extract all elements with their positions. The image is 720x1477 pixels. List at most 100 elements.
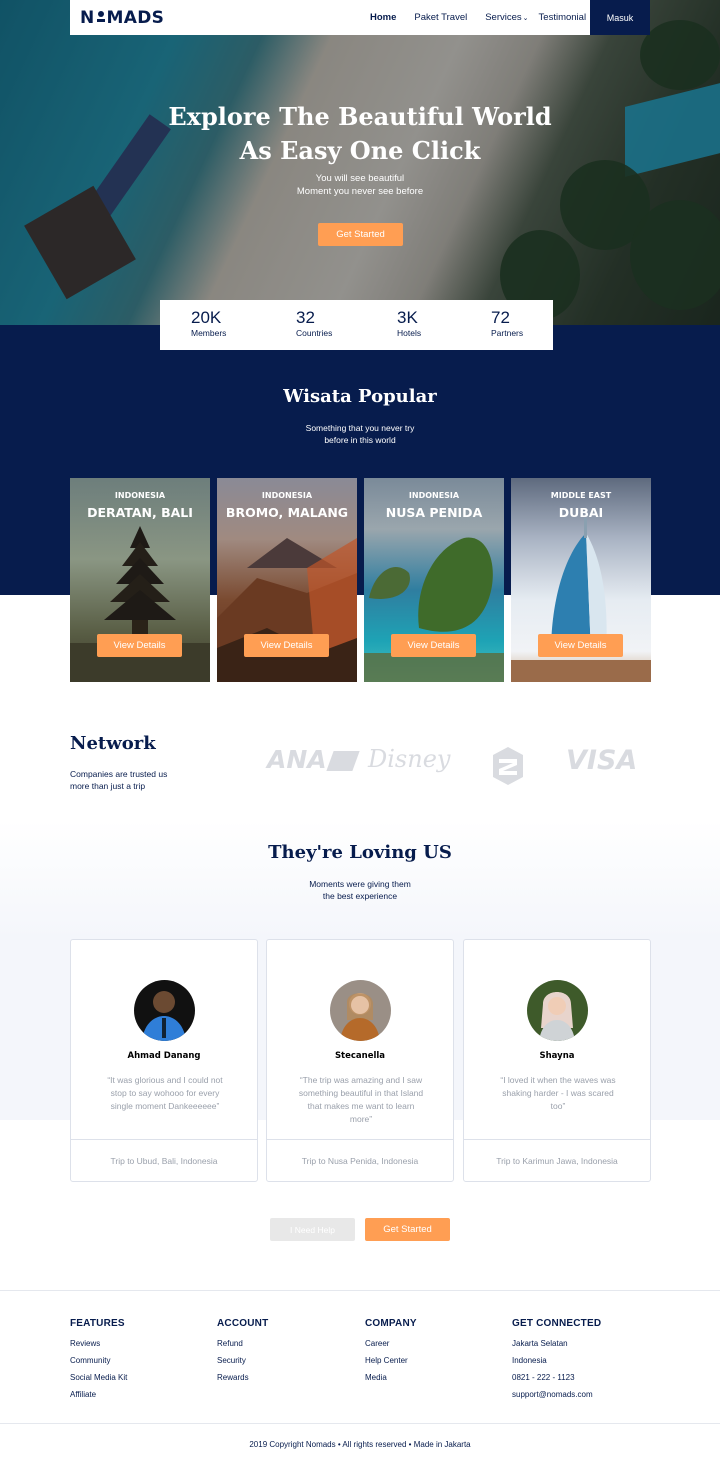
- popular-subtitle-line: before in this world: [324, 435, 396, 445]
- hero-title: Explore The Beautiful World As Easy One …: [0, 100, 720, 168]
- nav-link-testimonial[interactable]: Testimonial: [539, 12, 587, 23]
- nav-link-home[interactable]: Home: [370, 12, 396, 23]
- view-details-button[interactable]: View Details: [538, 634, 623, 657]
- footer-link[interactable]: Reviews: [70, 1335, 127, 1352]
- hero-subtitle-line: Moment you never see before: [296, 186, 424, 197]
- logo-letter: N: [80, 7, 95, 28]
- popular-title: Wisata Popular: [283, 386, 437, 407]
- testimonial-name: Stecanella: [334, 1051, 386, 1061]
- testimonial-quote: “It was glorious and I could not stop to…: [107, 1075, 223, 1111]
- destination-card-nusa-penida[interactable]: INDONESIA NUSA PENIDA View Details: [364, 478, 504, 682]
- testimonial-trip: Trip to Nusa Penida, Indonesia: [301, 1156, 419, 1166]
- hero-title-line: Explore The Beautiful World: [168, 102, 552, 131]
- hero-title-line: As Easy One Click: [239, 136, 481, 165]
- card-country: INDONESIA: [408, 491, 460, 500]
- get-started-button[interactable]: Get Started: [318, 223, 403, 246]
- view-details-button[interactable]: View Details: [97, 634, 182, 657]
- stat-label: Partners: [491, 328, 524, 338]
- destination-card-bromo[interactable]: INDONESIA BROMO, MALANG View Details: [217, 478, 357, 682]
- testimonial-card: Shayna “I loved it when the waves was sh…: [463, 939, 651, 1182]
- stats-bar: 20K Members 32 Countries 3K Hotels 72 Pa…: [160, 300, 553, 350]
- footer-link[interactable]: Refund: [217, 1335, 268, 1352]
- need-help-button[interactable]: I Need Help: [270, 1218, 355, 1241]
- view-details-button[interactable]: View Details: [391, 634, 476, 657]
- footer-link[interactable]: Help Center: [365, 1352, 417, 1369]
- footer-divider: [0, 1290, 720, 1291]
- hero-subtitle: You will see beautiful Moment you never …: [0, 172, 720, 198]
- get-started-button[interactable]: Get Started: [365, 1218, 450, 1241]
- footer-link[interactable]: Media: [365, 1369, 417, 1386]
- card-country: MIDDLE EAST: [550, 491, 612, 500]
- view-details-button[interactable]: View Details: [244, 634, 329, 657]
- tree-shape: [630, 200, 720, 310]
- card-city: NUSA PENIDA: [385, 505, 483, 520]
- nav-link-services-label: Services: [485, 12, 522, 23]
- testimonial-card: Stecanella “The trip was amazing and I s…: [266, 939, 454, 1182]
- footer-link[interactable]: Security: [217, 1352, 268, 1369]
- card-country: INDONESIA: [261, 491, 313, 500]
- nav-link-paket-travel[interactable]: Paket Travel: [414, 12, 467, 23]
- ana-logo-text: ANA: [267, 745, 327, 774]
- destination-card-bali[interactable]: INDONESIA DERATAN, BALI View Details: [70, 478, 210, 682]
- card-city: DERATAN, BALI: [87, 505, 193, 520]
- avatar: [330, 980, 391, 1041]
- footer-email-link[interactable]: support@nomads.com: [512, 1386, 601, 1403]
- network-subtitle-line: Companies are trusted us: [70, 769, 168, 779]
- stat-hotels: 3K Hotels: [397, 308, 421, 338]
- stat-label: Members: [191, 328, 227, 338]
- tree-shape: [640, 20, 720, 90]
- testimonial-card: Ahmad Danang “It was glorious and I coul…: [70, 939, 258, 1182]
- logo[interactable]: N MADS: [80, 8, 164, 28]
- footer-link[interactable]: Community: [70, 1352, 127, 1369]
- divider: [267, 1139, 453, 1140]
- footer-column-account: ACCOUNT Refund Security Rewards: [217, 1318, 268, 1386]
- footer-link[interactable]: Affiliate: [70, 1386, 127, 1403]
- testimonial-name: Ahmad Danang: [127, 1051, 201, 1061]
- card-city: DUBAI: [558, 505, 604, 520]
- hut-shape: [24, 185, 136, 300]
- stat-value: 32: [296, 308, 315, 327]
- footer-heading: GET CONNECTED: [512, 1318, 602, 1329]
- popular-subtitle-line: Something that you never try: [305, 423, 415, 433]
- stat-value: 72: [491, 308, 510, 327]
- testimonial-name: Shayna: [539, 1051, 575, 1061]
- stat-label: Hotels: [397, 328, 422, 338]
- footer-column-company: COMPANY Career Help Center Media: [365, 1318, 417, 1386]
- network-title: Network: [70, 733, 156, 754]
- disney-logo: Disney: [368, 745, 451, 773]
- network-subtitle-line: more than just a trip: [70, 781, 146, 791]
- nav-link-services[interactable]: Services⌄: [485, 12, 528, 23]
- footer-heading: ACCOUNT: [217, 1318, 269, 1329]
- shield-logo-icon: [493, 747, 523, 785]
- divider: [464, 1139, 650, 1140]
- ana-stripe-icon: [325, 751, 360, 771]
- destination-card-dubai[interactable]: MIDDLE EAST DUBAI View Details: [511, 478, 651, 682]
- avatar: [527, 980, 588, 1041]
- footer-divider: [0, 1423, 720, 1424]
- testimonials-title: They're Loving US: [268, 842, 452, 863]
- login-button[interactable]: Masuk: [590, 0, 650, 35]
- logo-text: MADS: [106, 7, 165, 28]
- avatar: [134, 980, 195, 1041]
- stat-value: 20K: [191, 308, 222, 327]
- footer-contact: 0821 - 222 - 1123: [512, 1373, 575, 1382]
- footer-link[interactable]: Social Media Kit: [70, 1369, 127, 1386]
- visa-logo: VISA: [566, 745, 638, 776]
- footer-link[interactable]: Rewards: [217, 1369, 268, 1386]
- copyright: 2019 Copyright Nomads • All rights reser…: [249, 1440, 471, 1449]
- card-city: BROMO, MALANG: [225, 505, 349, 520]
- stat-members: 20K Members: [191, 308, 226, 338]
- testimonial-trip: Trip to Karimun Jawa, Indonesia: [496, 1156, 618, 1166]
- network-subtitle: Companies are trusted us more than just …: [70, 768, 167, 792]
- popular-subtitle: Something that you never try before in t…: [0, 422, 720, 446]
- stat-countries: 32 Countries: [296, 308, 332, 338]
- testimonials-subtitle: Moments were giving them the best experi…: [0, 878, 720, 902]
- logo-mark-icon: [96, 10, 106, 25]
- testimonial-quote: “The trip was amazing and I saw somethin…: [298, 1075, 424, 1124]
- nav-links: Home Paket Travel Services⌄ Testimonial: [370, 0, 604, 35]
- footer-link[interactable]: Career: [365, 1335, 417, 1352]
- stat-partners: 72 Partners: [491, 308, 523, 338]
- hero-subtitle-line: You will see beautiful: [315, 173, 405, 184]
- navbar: N MADS Home Paket Travel Services⌄ Testi…: [70, 0, 650, 35]
- footer-heading: COMPANY: [365, 1318, 417, 1329]
